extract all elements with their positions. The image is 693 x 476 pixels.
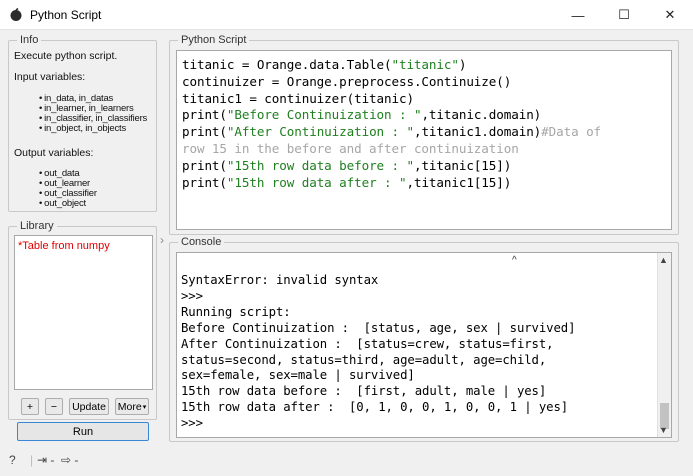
output-variable: out_object [39,198,86,209]
code-text: ) [458,57,467,72]
code-line: print("After Continuization : ",titanic1… [182,124,601,139]
splitter-arrow-icon[interactable]: › [160,233,164,247]
maximize-button[interactable]: ☐ [601,0,647,30]
separator: | [30,453,34,467]
console-line: Running script: [181,304,291,319]
more-button[interactable]: More ▾ [115,398,149,415]
info-description: Execute python script. [14,50,118,62]
scroll-up-icon[interactable]: ▲ [659,255,668,265]
console-line: Before Continuization : [status, age, se… [181,320,576,335]
title-bar: Python Script — ☐ ✕ [0,0,693,30]
library-title: Library [17,220,57,233]
update-button[interactable]: Update [69,398,109,415]
code-string: "titanic" [391,57,459,72]
code-line: row 15 in the before and after continuiz… [182,141,519,156]
console-line: >>> [181,416,203,431]
run-button[interactable]: Run [17,422,149,441]
code-text: ,titanic1[15]) [406,174,512,190]
script-panel: Python Script titanic = Orange.data.Tabl… [169,34,679,235]
console-title: Console [178,236,225,249]
code-line: print("15th row data after : ",titanic1[… [182,175,511,190]
minimize-button[interactable]: — [555,0,601,30]
remove-script-button[interactable]: − [45,398,63,415]
info-panel: Info Execute python script. Input variab… [8,34,157,212]
code-line: print("Before Continuization : ",titanic… [182,107,541,122]
more-label: More [117,400,142,413]
output-variables-label: Output variables: [14,147,94,159]
code-string: "15th row data before : " [226,157,414,173]
code-text: print( [182,124,227,140]
code-line: titanic = Orange.data.Table("titanic") [182,57,466,72]
window-title: Python Script [30,8,102,22]
code-text: titanic = Orange.data.Table( [182,57,392,72]
code-text: ,titanic1.domain) [413,124,542,140]
code-text: print( [182,157,227,173]
dropdown-arrow-icon: ▾ [142,403,147,411]
console-panel: Console ^ ▲ ▼ SyntaxError: invalid synta… [169,236,679,442]
input-variables-label: Input variables: [14,71,86,83]
input-icon[interactable]: ⇥ - [37,453,54,467]
caret-up-icon: ^ [512,255,517,266]
add-script-button[interactable]: + [21,398,39,415]
library-item[interactable]: *Table from numpy [18,240,110,252]
status-bar: ? | ⇥ - ⇨ - [0,445,693,476]
code-line: continuizer = Orange.preprocess.Continui… [182,74,511,89]
code-comment: #Data of [541,124,602,140]
close-button[interactable]: ✕ [647,0,693,30]
library-panel: Library *Table from numpy + − Update Mor… [8,220,157,420]
help-icon[interactable]: ? [9,453,16,467]
code-text: ,titanic.domain) [421,107,542,123]
console-line: 15th row data before : [first, adult, ma… [181,384,547,399]
script-title: Python Script [178,34,250,47]
code-text: titanic1 = continuizer(titanic) [182,90,414,106]
code-text: print( [182,174,227,190]
code-string: "Before Continuization : " [226,107,422,123]
code-string: "After Continuization : " [226,124,414,140]
code-comment: row 15 in the before and after continuiz… [182,141,519,156]
input-variable: in_object, in_objects [39,123,126,134]
code-text: print( [182,107,227,123]
code-line: print("15th row data before : ",titanic[… [182,158,511,173]
output-icon[interactable]: ⇨ - [61,453,78,467]
console-line: >>> [181,288,203,303]
script-editor[interactable]: titanic = Orange.data.Table("titanic") co… [176,50,672,230]
console-line: sex=female, sex=male | survived] [181,368,415,383]
console-line: 15th row data after : [0, 1, 0, 0, 1, 0,… [181,400,569,415]
code-text: ,titanic[15]) [413,157,512,173]
scroll-down-icon[interactable]: ▼ [659,425,668,435]
console-scrollbar[interactable]: ▲ ▼ [657,253,671,437]
console-line: SyntaxError: invalid syntax [181,273,379,287]
code-line: titanic1 = continuizer(titanic) [182,91,414,106]
code-text: continuizer = Orange.preprocess.Continui… [182,73,512,89]
info-title: Info [17,34,42,47]
console-line: After Continuization : [status=crew, sta… [181,336,554,351]
library-list[interactable]: *Table from numpy [14,235,153,390]
console-line: status=second, status=third, age=adult, … [181,352,547,367]
console-output[interactable]: ^ ▲ ▼ SyntaxError: invalid syntax >>> Runn… [176,252,672,438]
code-string: "15th row data after : " [226,174,407,190]
orange-app-icon [10,8,22,21]
